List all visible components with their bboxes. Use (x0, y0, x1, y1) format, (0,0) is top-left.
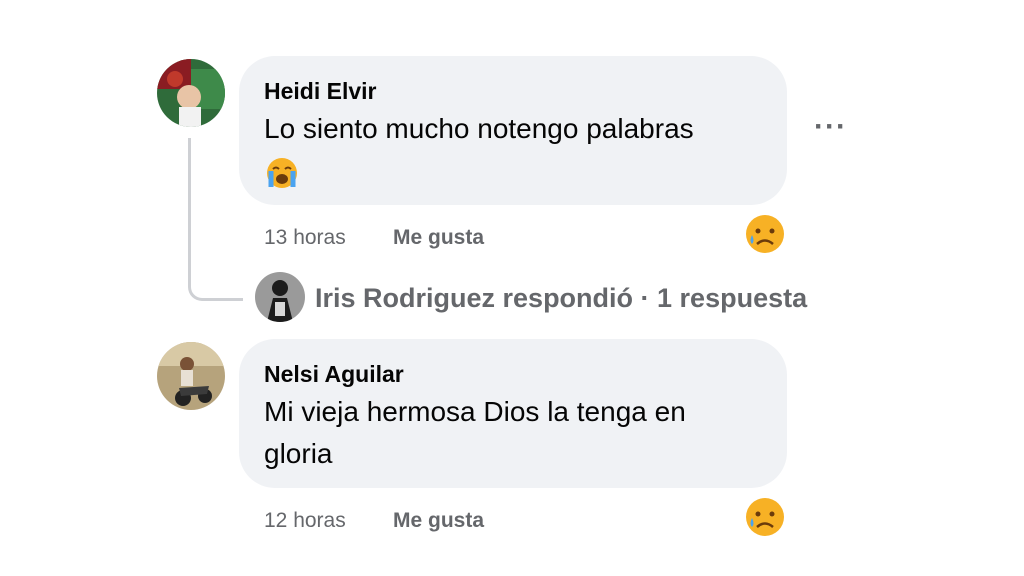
reply-thread-connector (188, 138, 243, 301)
comment-bubble: Heidi Elvir Lo siento mucho notengo pala… (239, 56, 787, 205)
comment-text-line-1: Mi vieja hermosa Dios la tenga en (264, 396, 686, 427)
like-button[interactable]: Me gusta (393, 509, 484, 533)
crying-face-icon[interactable] (744, 496, 786, 543)
comment-text-line-2: gloria (264, 438, 333, 469)
comment-author[interactable]: Nelsi Aguilar (264, 361, 404, 388)
loudly-crying-face-icon (265, 156, 299, 195)
crying-face-icon[interactable] (744, 213, 786, 260)
avatar-heidi-elvir[interactable] (157, 59, 225, 127)
like-button[interactable]: Me gusta (393, 226, 484, 250)
comment-timestamp[interactable]: 13 horas (264, 226, 346, 250)
comment-text: Lo siento mucho notengo palabras (264, 113, 694, 144)
comment-timestamp[interactable]: 12 horas (264, 509, 346, 533)
avatar-nelsi-aguilar[interactable] (157, 342, 225, 410)
comment-author[interactable]: Heidi Elvir (264, 78, 376, 105)
view-replies-link[interactable]: Iris Rodriguez respondió · 1 respuesta (315, 283, 807, 314)
comment-bubble: Nelsi Aguilar Mi vieja hermosa Dios la t… (239, 339, 787, 488)
avatar-iris-rodriguez[interactable] (255, 272, 305, 322)
more-options-button[interactable]: ··· (814, 110, 847, 144)
